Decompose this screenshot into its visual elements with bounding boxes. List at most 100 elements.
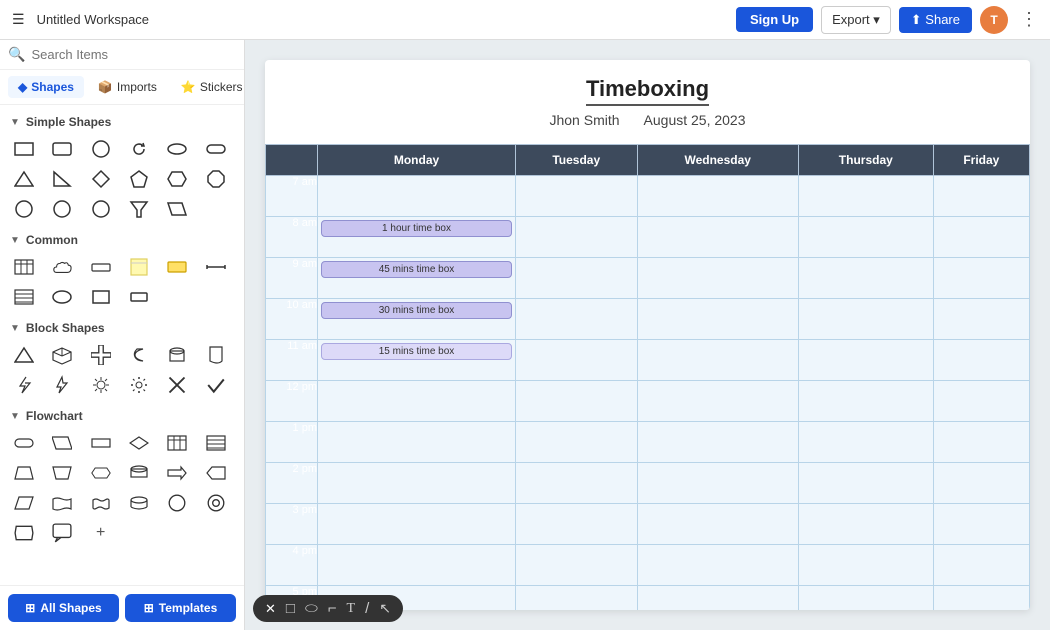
cal-cell[interactable] [933, 217, 1029, 258]
tab-stickers[interactable]: ⭐ Stickers [171, 76, 253, 98]
shape-diamond[interactable] [85, 165, 117, 193]
cal-cell[interactable] [933, 463, 1029, 504]
cal-cell[interactable] [798, 217, 933, 258]
cal-cell[interactable]: 1 hour time box [318, 217, 516, 258]
shape-moon[interactable] [123, 341, 155, 369]
shape-fc-trap[interactable] [8, 459, 40, 487]
shape-sticky[interactable] [123, 253, 155, 281]
timebox[interactable]: 1 hour time box [321, 220, 512, 237]
shape-x[interactable] [161, 371, 193, 399]
shape-fc-wave[interactable] [85, 489, 117, 517]
cal-cell[interactable] [637, 176, 798, 217]
cal-cell[interactable] [933, 176, 1029, 217]
all-shapes-button[interactable]: ⊞ All Shapes [8, 594, 119, 622]
shape-pentagon[interactable] [123, 165, 155, 193]
shape-table2[interactable] [8, 283, 40, 311]
shape-fc-para[interactable] [46, 429, 78, 457]
cal-cell[interactable] [516, 258, 637, 299]
shape-fc-donut[interactable] [200, 489, 232, 517]
cal-cell[interactable] [637, 381, 798, 422]
shape-document[interactable] [200, 341, 232, 369]
tool-select[interactable]: ↖ [379, 600, 391, 617]
shape-fc-callout[interactable] [46, 519, 78, 547]
cal-cell[interactable] [516, 463, 637, 504]
shape-circle[interactable] [85, 135, 117, 163]
cal-cell[interactable] [798, 586, 933, 611]
signup-button[interactable]: Sign Up [736, 7, 813, 32]
shape-triangle[interactable] [8, 165, 40, 193]
timebox[interactable]: 15 mins time box [321, 343, 512, 360]
shape-circle2[interactable] [8, 195, 40, 223]
cal-cell[interactable]: 15 mins time box [318, 340, 516, 381]
cal-cell[interactable] [637, 463, 798, 504]
shape-refresh[interactable] [123, 135, 155, 163]
cal-cell[interactable] [798, 545, 933, 586]
menu-icon[interactable]: ☰ [8, 7, 29, 32]
shape-fc-trap2[interactable] [46, 459, 78, 487]
cal-cell[interactable] [798, 176, 933, 217]
timebox[interactable]: 45 mins time box [321, 261, 512, 278]
shape-block-tri[interactable] [8, 341, 40, 369]
shape-fc-step[interactable] [8, 489, 40, 517]
share-button[interactable]: ⬆ Share [899, 7, 972, 33]
timebox[interactable]: 30 mins time box [321, 302, 512, 319]
shape-circle4[interactable] [85, 195, 117, 223]
shape-fc-grid2[interactable] [200, 429, 232, 457]
shape-lightning[interactable] [8, 371, 40, 399]
cal-cell[interactable] [516, 217, 637, 258]
shape-fc-rect-cut[interactable] [8, 519, 40, 547]
cal-cell[interactable] [933, 422, 1029, 463]
cal-cell[interactable] [933, 340, 1029, 381]
shape-cross[interactable] [85, 341, 117, 369]
shape-lightning2[interactable] [46, 371, 78, 399]
shape-rect3[interactable] [123, 283, 155, 311]
shape-burst[interactable] [85, 371, 117, 399]
shape-parallelogram[interactable] [161, 195, 193, 223]
cal-cell[interactable] [516, 422, 637, 463]
shape-fc-arrow2[interactable] [200, 459, 232, 487]
cal-cell[interactable] [798, 381, 933, 422]
cal-cell[interactable] [516, 299, 637, 340]
cal-cell[interactable] [933, 299, 1029, 340]
shape-oval2[interactable] [46, 283, 78, 311]
tool-rounded-rect[interactable]: ⬭ [305, 600, 318, 617]
templates-button[interactable]: ⊞ Templates [125, 594, 236, 622]
shape-rect2[interactable] [85, 283, 117, 311]
cal-cell[interactable] [318, 381, 516, 422]
cal-cell[interactable] [318, 545, 516, 586]
cal-cell[interactable] [798, 258, 933, 299]
shape-funnel[interactable] [123, 195, 155, 223]
shape-cloud[interactable] [46, 253, 78, 281]
cal-cell[interactable]: 45 mins time box [318, 258, 516, 299]
cal-cell[interactable] [516, 545, 637, 586]
section-simple-shapes[interactable]: ▼ Simple Shapes [0, 111, 244, 133]
tool-text[interactable]: T [347, 601, 356, 617]
shape-fc-decision[interactable] [123, 429, 155, 457]
cal-cell[interactable]: 30 mins time box [318, 299, 516, 340]
shape-3d-box[interactable] [46, 341, 78, 369]
shape-fc-hex[interactable] [85, 459, 117, 487]
shape-fc-circle[interactable] [161, 489, 193, 517]
cal-cell[interactable] [516, 504, 637, 545]
tab-shapes[interactable]: ◆ Shapes [8, 76, 84, 98]
cal-cell[interactable] [637, 340, 798, 381]
shape-right-triangle[interactable] [46, 165, 78, 193]
shape-fc-process[interactable] [85, 429, 117, 457]
tool-pen[interactable]: / [365, 600, 369, 617]
cal-cell[interactable] [798, 504, 933, 545]
shape-fc-tape[interactable] [46, 489, 78, 517]
cal-cell[interactable] [516, 176, 637, 217]
cal-cell[interactable] [516, 340, 637, 381]
shape-check[interactable] [200, 371, 232, 399]
cal-cell[interactable] [318, 504, 516, 545]
cal-cell[interactable] [318, 176, 516, 217]
cal-cell[interactable] [933, 504, 1029, 545]
avatar[interactable]: T [980, 6, 1008, 34]
shape-sun[interactable] [123, 371, 155, 399]
shape-cylinder[interactable] [161, 341, 193, 369]
shape-rectangle-rounded[interactable] [8, 135, 40, 163]
shape-fc-term[interactable] [8, 429, 40, 457]
cal-cell[interactable] [637, 545, 798, 586]
cal-cell[interactable] [637, 422, 798, 463]
tab-imports[interactable]: 📦 Imports [88, 76, 167, 98]
